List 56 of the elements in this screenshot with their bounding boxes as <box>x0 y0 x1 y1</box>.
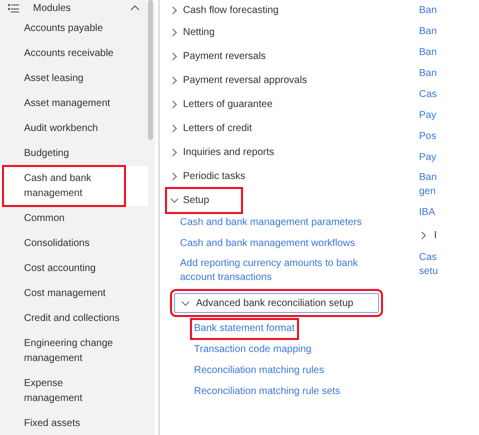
menu-link[interactable]: Transaction code mapping <box>194 343 312 357</box>
menu-group[interactable]: Payment reversal approvals <box>183 72 307 88</box>
related-link[interactable]: Ban <box>419 46 437 60</box>
module-item[interactable]: Credit and collections <box>0 306 148 331</box>
chevron-right-icon[interactable] <box>170 148 179 156</box>
chevron-down-icon[interactable] <box>170 196 179 204</box>
chevron-right-icon[interactable] <box>170 76 179 84</box>
menu-group[interactable]: Cash flow forecasting <box>183 2 279 18</box>
chevron-right-icon[interactable] <box>170 124 179 132</box>
menu-link[interactable]: Add reporting currency amounts to bank account transactions <box>180 257 362 285</box>
related-link[interactable]: Ban gen <box>419 171 445 199</box>
chevron-down-icon[interactable] <box>181 298 190 308</box>
scrollbar-thumb[interactable] <box>148 0 153 140</box>
module-item[interactable]: Asset leasing <box>0 66 148 91</box>
related-link[interactable]: Pay <box>419 109 436 123</box>
menu-link[interactable]: Cash and bank management parameters <box>180 216 362 230</box>
module-item[interactable]: Budgeting <box>0 141 148 166</box>
module-item[interactable]: Consolidations <box>0 231 148 256</box>
module-item[interactable]: Cost management <box>0 281 148 306</box>
related-link[interactable]: IBA <box>419 206 436 220</box>
module-item[interactable]: Fixed assets <box>0 411 148 435</box>
menu-group[interactable]: Payment reversals <box>183 48 266 64</box>
module-item[interactable]: Accounts receivable <box>0 41 148 66</box>
chevron-right-icon[interactable] <box>170 100 179 108</box>
chevron-right-icon[interactable] <box>170 172 179 180</box>
related-link[interactable]: Pos <box>419 130 436 144</box>
module-item[interactable]: Asset management <box>0 91 148 116</box>
menu-link[interactable]: Reconciliation matching rule sets <box>194 385 340 399</box>
modules-heading: Modules <box>32 2 72 16</box>
module-item[interactable]: Accounts payable <box>0 16 148 41</box>
related-link[interactable]: Ban <box>419 67 437 81</box>
menu-group[interactable]: Letters of guarantee <box>183 96 273 112</box>
related-link[interactable]: Ban <box>419 25 437 39</box>
chevron-right-icon[interactable] <box>170 6 179 14</box>
related-link[interactable]: Ban <box>419 4 437 18</box>
menu-link[interactable]: Cash and bank management workflows <box>180 237 356 251</box>
chevron-right-icon[interactable] <box>170 52 179 60</box>
menu-group[interactable]: Periodic tasks <box>183 168 246 184</box>
list-icon <box>8 4 19 12</box>
module-item[interactable]: Audit workbench <box>0 116 148 141</box>
module-item[interactable]: Expense management <box>0 371 148 411</box>
menu-group[interactable]: Inquiries and reports <box>183 144 274 160</box>
chevron-right-icon[interactable] <box>419 231 428 240</box>
chevron-up-icon[interactable] <box>130 5 140 11</box>
module-item[interactable]: Common <box>0 206 148 231</box>
related-group[interactable]: I <box>434 228 437 243</box>
module-item[interactable]: Engineering change management <box>0 331 148 371</box>
related-link[interactable]: Cas setu <box>419 251 445 279</box>
chevron-right-icon[interactable] <box>170 28 179 36</box>
related-link[interactable]: Pay <box>419 151 436 165</box>
menu-link[interactable]: Reconciliation matching rules <box>194 364 324 378</box>
module-item[interactable]: Cash and bank management <box>0 166 148 206</box>
module-item[interactable]: Cost accounting <box>0 256 148 281</box>
related-link[interactable]: Cas <box>419 88 437 102</box>
menu-group[interactable]: Letters of credit <box>183 120 252 136</box>
menu-group[interactable]: Netting <box>183 24 215 40</box>
